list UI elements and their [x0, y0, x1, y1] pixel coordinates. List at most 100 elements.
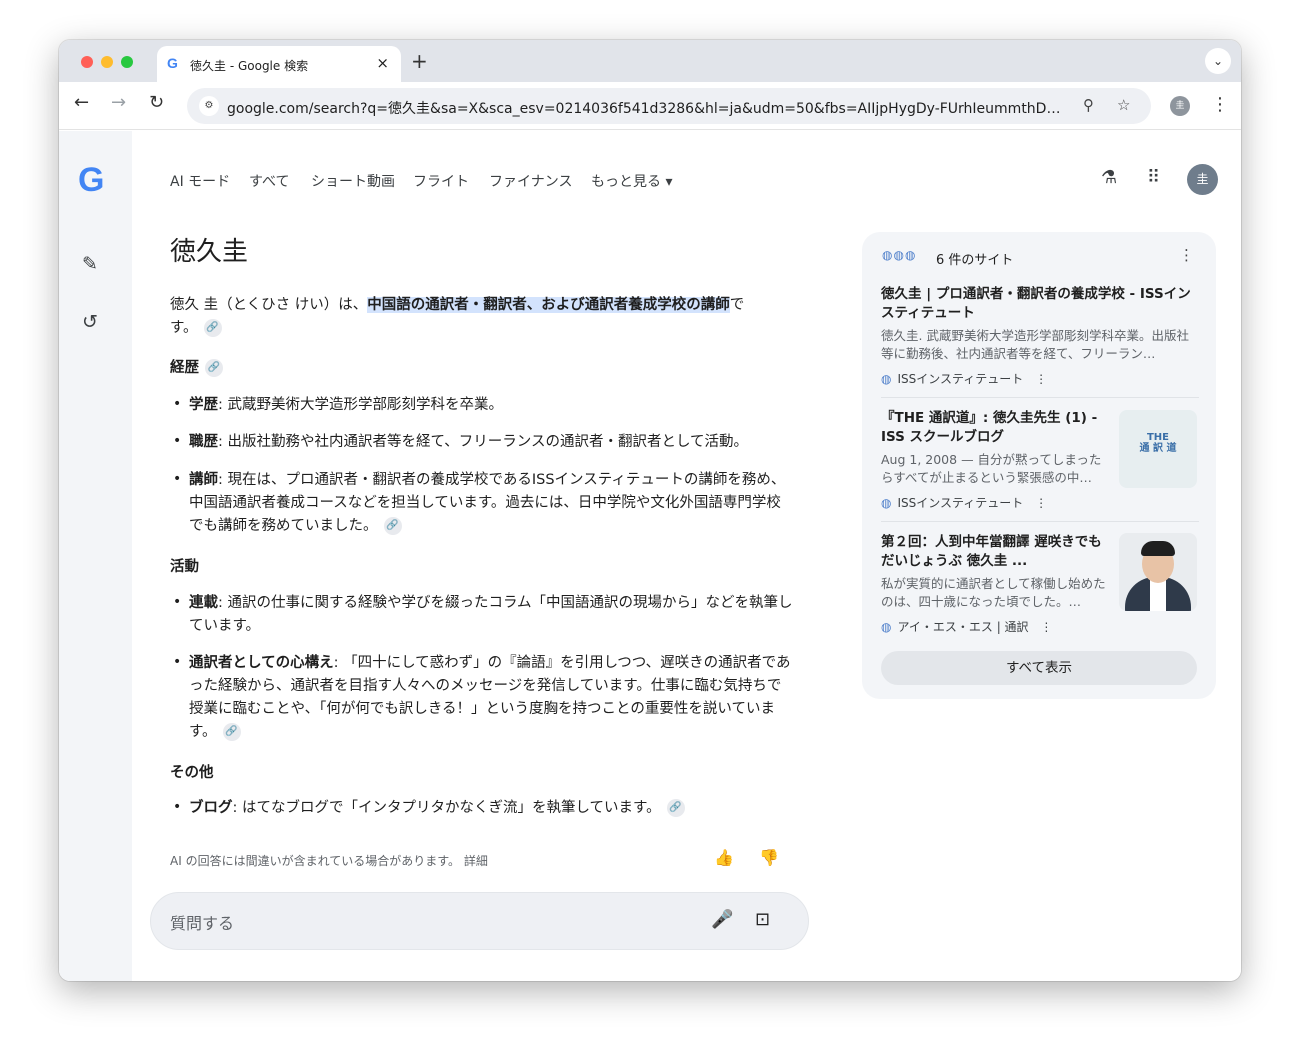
sources-count: 6 件のサイト: [936, 253, 1014, 268]
link-icon[interactable]: 🔗: [205, 359, 223, 377]
mic-icon[interactable]: 🎤: [711, 909, 733, 930]
list-item: 連載: 通訳の仕事に関する経験や学びを綴ったコラム「中国語通訳の現場から」などを…: [189, 592, 794, 638]
item-label: 講師: [189, 472, 218, 488]
thumbnail-logo-text: THE 通 訳 道: [1139, 432, 1177, 454]
more-options-icon[interactable]: ⋮: [1179, 246, 1194, 264]
tab-close-icon[interactable]: ×: [376, 54, 389, 72]
section-heading: その他: [170, 765, 214, 781]
site-info-icon[interactable]: ⚙: [199, 96, 219, 116]
show-all-button[interactable]: すべて表示: [881, 651, 1197, 685]
tab-search-button[interactable]: ⌄: [1205, 48, 1231, 74]
link-icon[interactable]: 🔗: [222, 723, 241, 741]
list-item: 学歴: 武蔵野美術大学造形学部彫刻学科を卒業。: [189, 394, 794, 417]
site-menu-icon[interactable]: ⋮: [1035, 496, 1047, 510]
account-avatar[interactable]: 圭: [1187, 164, 1218, 195]
labs-flask-icon[interactable]: ⚗: [1101, 167, 1117, 188]
source-snippet: 徳久圭. 武蔵野美術大学造形学部彫刻学科卒業。出版社等に勤務後、社内通訳者等を経…: [881, 328, 1189, 361]
item-text: : 通訳の仕事に関する経験や学びを綴ったコラム「中国語通訳の現場から」などを執筆…: [189, 595, 793, 634]
item-text: : はてなブログで「インタプリタかなくぎ流」を執筆しています。: [232, 800, 661, 816]
item-label: 通訳者としての心構え: [189, 655, 334, 671]
source-site[interactable]: ◍ ISSインスティテュート ⋮: [881, 370, 1047, 387]
side-rail: G ✎ ↺: [59, 131, 132, 981]
new-chat-edit-icon[interactable]: ✎: [82, 253, 98, 275]
section-heading: 経歴 🔗: [170, 356, 223, 377]
source-site[interactable]: ◍ アイ・エス・エス | 通訳 ⋮: [881, 618, 1052, 635]
item-label: 職歴: [189, 434, 218, 450]
item-text: : 武蔵野美術大学造形学部彫刻学科を卒業。: [218, 397, 503, 413]
link-icon[interactable]: 🔗: [203, 319, 222, 337]
thumbs-down-icon[interactable]: 👎: [759, 848, 779, 867]
bullet: •: [173, 654, 182, 670]
site-menu-icon[interactable]: ⋮: [1035, 372, 1047, 386]
intro-text-line2: す。: [170, 320, 198, 336]
tab-flights[interactable]: フライト: [413, 171, 469, 191]
google-logo[interactable]: G: [78, 161, 104, 200]
list-item: 通訳者としての心構え: 「四十にして惑わず」の『論語』を引用しつつ、遅咲きの通訳…: [189, 652, 794, 744]
sources-panel: ◍◍◍ 6 件のサイト ⋮ 徳久圭 | プロ通訳者・翻訳者の養成学校 - ISS…: [862, 232, 1216, 699]
source-snippet: Aug 1, 2008 — 自分が黙ってしまったらすべてが止まるという緊張感の中…: [881, 452, 1102, 485]
item-label: ブログ: [189, 800, 233, 816]
section-heading-text: 経歴: [170, 360, 199, 376]
divider: [881, 521, 1199, 522]
back-icon[interactable]: ←: [74, 92, 89, 113]
source-title[interactable]: 『THE 通訳道』: 徳久圭先生 (1) - ISS スクールブログ: [881, 409, 1111, 447]
link-icon[interactable]: 🔗: [666, 799, 685, 817]
browser-menu-icon[interactable]: ⋮: [1211, 94, 1229, 115]
reload-icon[interactable]: ↻: [149, 92, 164, 113]
minimize-window-button[interactable]: [101, 56, 113, 68]
source-title[interactable]: 徳久圭 | プロ通訳者・翻訳者の養成学校 - ISSインスティテュート: [881, 285, 1201, 323]
ai-disclaimer[interactable]: AI の回答には間違いが含まれている場合があります。 詳細: [170, 852, 488, 869]
intro-text: 徳久 圭（とくひさ けい）は、: [170, 297, 368, 313]
ask-placeholder: 質問する: [170, 914, 235, 933]
intro-highlight: 中国語の通訳者・翻訳者、および通訳者養成学校の講師: [367, 297, 730, 313]
tab-finance[interactable]: ファイナンス: [489, 171, 572, 191]
bullet: •: [173, 396, 182, 412]
active-tab[interactable]: G 徳久圭 - Google 検索 ×: [157, 46, 401, 82]
bullet: •: [173, 471, 182, 487]
maximize-window-button[interactable]: [121, 56, 133, 68]
apps-grid-icon[interactable]: ⠿: [1147, 167, 1160, 188]
tab-ai-mode[interactable]: AI モード: [170, 171, 230, 191]
source-title[interactable]: 第２回：人到中年當翻譯 遅咲きでもだいじょうぶ 徳久圭 ...: [881, 533, 1111, 571]
tab-all[interactable]: すべて: [249, 171, 289, 191]
answer-intro: 徳久 圭（とくひさ けい）は、中国語の通訳者・翻訳者、および通訳者養成学校の講師…: [170, 294, 800, 340]
browser-window: G 徳久圭 - Google 検索 × + ⌄ ← → ↻ ⚙ google.c…: [59, 40, 1241, 981]
divider: [881, 397, 1199, 398]
ask-input[interactable]: 質問する 🎤 ⊡: [150, 892, 809, 950]
tab-more[interactable]: もっと見る ▾: [591, 171, 672, 191]
bookmark-star-icon[interactable]: ☆: [1117, 96, 1130, 114]
tab-title: 徳久圭 - Google 検索: [190, 59, 309, 73]
site-menu-icon[interactable]: ⋮: [1040, 620, 1052, 634]
source-favicons-icon: ◍◍◍: [882, 248, 917, 262]
source-thumbnail[interactable]: THE 通 訳 道: [1119, 410, 1197, 488]
tab-strip: G 徳久圭 - Google 検索 × + ⌄: [59, 40, 1241, 82]
close-window-button[interactable]: [81, 56, 93, 68]
bullet: •: [173, 799, 182, 815]
site-name: アイ・エス・エス | 通訳: [897, 620, 1029, 634]
lens-camera-icon[interactable]: ⊡: [755, 909, 770, 930]
address-bar[interactable]: ⚙ google.com/search?q=徳久圭&sa=X&sca_esv=0…: [187, 88, 1151, 124]
section-heading: 活動: [170, 559, 199, 575]
link-icon[interactable]: 🔗: [383, 517, 402, 535]
portrait-hair: [1141, 541, 1175, 556]
item-label: 連載: [189, 595, 218, 611]
intro-text-tail: で: [729, 297, 745, 313]
site-name: ISSインスティテュート: [897, 372, 1024, 386]
new-tab-button[interactable]: +: [411, 49, 428, 73]
tab-short-videos[interactable]: ショート動画: [311, 171, 395, 191]
thumbs-up-icon[interactable]: 👍: [714, 848, 734, 867]
zoom-icon[interactable]: ⚲: [1083, 96, 1094, 114]
answer-title: 徳久圭: [170, 237, 249, 267]
history-icon[interactable]: ↺: [82, 311, 98, 333]
source-site[interactable]: ◍ ISSインスティテュート ⋮: [881, 494, 1047, 511]
list-item: ブログ: はてなブログで「インタプリタかなくぎ流」を執筆しています。 🔗: [189, 797, 794, 820]
site-favicon-icon: ◍: [881, 372, 892, 386]
portrait-photo[interactable]: [1119, 533, 1197, 611]
url-text[interactable]: google.com/search?q=徳久圭&sa=X&sca_esv=021…: [227, 98, 1062, 118]
forward-icon[interactable]: →: [111, 92, 126, 113]
source-snippet: 私が実質的に通訳者として稼働し始めたのは、四十歳になった頃でした。…: [881, 576, 1106, 609]
item-label: 学歴: [189, 397, 218, 413]
google-favicon-icon: G: [167, 55, 178, 71]
profile-avatar[interactable]: 圭: [1170, 96, 1190, 116]
site-favicon-icon: ◍: [881, 496, 892, 510]
